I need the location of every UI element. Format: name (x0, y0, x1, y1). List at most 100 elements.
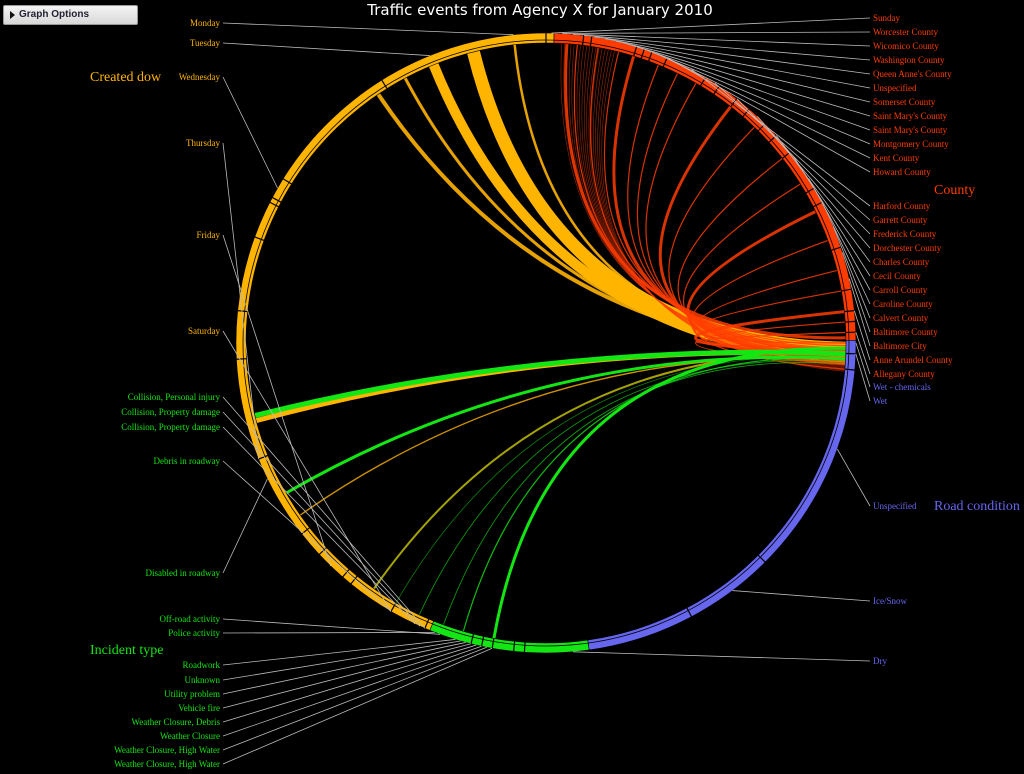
segment-label[interactable]: Worcester County (873, 27, 939, 37)
label-leader (222, 22, 514, 36)
chord[interactable] (376, 93, 846, 353)
segment-label[interactable]: Monday (190, 18, 220, 28)
chord[interactable] (560, 43, 846, 354)
segment-label[interactable]: Collision, Personal injury (128, 392, 221, 402)
segment-label[interactable]: Unspecified (873, 501, 917, 511)
label-leader (222, 460, 392, 612)
chord[interactable] (443, 362, 846, 626)
segment-label[interactable]: Cecil County (873, 271, 921, 281)
group-title-county: County (934, 183, 975, 198)
segment-label[interactable]: Harford County (873, 201, 931, 211)
label-leader (222, 42, 430, 56)
label-leader (615, 40, 871, 103)
segment-label[interactable]: Unknown (185, 675, 221, 685)
label-leader (222, 642, 466, 695)
segment-tick (845, 320, 856, 323)
segment-label[interactable]: Wet (873, 396, 888, 406)
segment-label[interactable]: Unspecified (873, 83, 917, 93)
chord[interactable] (395, 355, 846, 603)
label-leader (222, 411, 421, 627)
segment-label[interactable]: Kent County (873, 153, 920, 163)
segment-label[interactable]: Howard County (873, 167, 931, 177)
group-title-incident-type: Incident type (90, 643, 163, 658)
graph-options-label: Graph Options (19, 9, 89, 20)
segment-label[interactable]: Disabled in roadway (146, 568, 221, 578)
segment-label[interactable]: Tuesday (190, 38, 221, 48)
segment-label[interactable]: Off-road activity (159, 614, 220, 624)
segment-label[interactable]: Charles County (873, 257, 930, 267)
segment-label[interactable]: Weather Closure (160, 731, 220, 741)
segment-label[interactable]: Weather Closure, Debris (132, 717, 221, 727)
label-leader (551, 17, 871, 34)
segment-label[interactable]: Frederick County (873, 229, 937, 239)
arc-road-condition[interactable] (587, 339, 857, 651)
segment-label[interactable]: Collision, Property damage (121, 422, 220, 432)
segment-label[interactable]: Anne Arundel County (873, 355, 953, 365)
segment-label[interactable]: Montgomery County (873, 139, 949, 149)
segment-label[interactable]: Utility problem (164, 689, 220, 699)
segment-label[interactable]: Police activity (168, 628, 220, 638)
label-leader (573, 651, 871, 662)
label-leader (757, 116, 871, 249)
segment-label[interactable]: Queen Anne's County (873, 69, 952, 79)
segment-label[interactable]: Dry (873, 656, 887, 666)
label-leader (222, 76, 278, 189)
group-title-created-dow: Created dow (90, 70, 162, 85)
segment-label[interactable]: Friday (197, 230, 221, 240)
segment-label[interactable]: Garrett County (873, 215, 928, 225)
segment-label[interactable]: Collision, Property damage (121, 407, 220, 417)
segment-label[interactable]: Somerset County (873, 97, 936, 107)
label-leader (855, 353, 871, 402)
chords-layer (254, 43, 847, 639)
chord[interactable] (403, 77, 846, 358)
label-leader (732, 590, 871, 602)
label-leader (222, 632, 435, 634)
label-leader (222, 643, 472, 709)
segment-label[interactable]: Wet - chemicals (873, 382, 931, 392)
chord[interactable] (373, 352, 846, 590)
graph-options-button[interactable]: Graph Options (3, 5, 138, 25)
segment-label[interactable]: Saint Mary's County (873, 125, 948, 135)
label-leader (222, 478, 268, 574)
chord[interactable] (571, 44, 846, 358)
segment-label[interactable]: Baltimore County (873, 327, 938, 337)
segment-label[interactable]: Dorchester County (873, 243, 942, 253)
label-leader (222, 618, 441, 635)
segment-label[interactable]: Roadwork (183, 660, 221, 670)
label-leader (656, 53, 871, 159)
chart-title: Traffic events from Agency X for January… (366, 1, 712, 19)
segment-label[interactable]: Weather Closure, High Water (114, 759, 220, 769)
arc-created-dow[interactable] (235, 32, 555, 631)
label-leader (222, 330, 392, 612)
label-leader (222, 396, 426, 629)
segment-label[interactable]: Calvert County (873, 313, 929, 323)
segment-label[interactable]: Allegany County (873, 369, 935, 379)
label-leader (776, 135, 871, 263)
label-leader (222, 644, 477, 723)
segment-label[interactable]: Debris in roadway (154, 456, 221, 466)
segment-label[interactable]: Sunday (873, 13, 901, 23)
label-leader (714, 82, 871, 221)
chord[interactable] (462, 357, 846, 632)
segment-label[interactable]: Ice/Snow (873, 596, 907, 606)
segment-label[interactable]: Weather Closure, High Water (114, 745, 220, 755)
label-leader (222, 645, 482, 737)
segment-label[interactable]: Thursday (186, 138, 220, 148)
chord[interactable] (285, 355, 846, 495)
label-leader (222, 426, 416, 625)
label-leader (836, 448, 871, 507)
segment-label[interactable]: Saturday (188, 326, 220, 336)
segment-label[interactable]: Vehicle fire (178, 703, 220, 713)
chord-diagram: Monday Tuesday Wednesday Thursday Friday Satu… (90, 1, 1020, 769)
chord[interactable] (373, 352, 846, 589)
segment-label[interactable]: Washington County (873, 55, 945, 65)
label-leader (562, 31, 871, 34)
segment-label[interactable]: Wicomico County (873, 41, 939, 51)
segment-label[interactable]: Saint Mary's County (873, 111, 948, 121)
segment-tick (236, 358, 247, 360)
segment-label[interactable]: Carroll County (873, 285, 928, 295)
segment-label[interactable]: Wednesday (179, 72, 221, 82)
segment-label[interactable]: Baltimore City (873, 341, 927, 351)
segment-label[interactable]: Caroline County (873, 299, 933, 309)
segment-tick (523, 642, 526, 653)
